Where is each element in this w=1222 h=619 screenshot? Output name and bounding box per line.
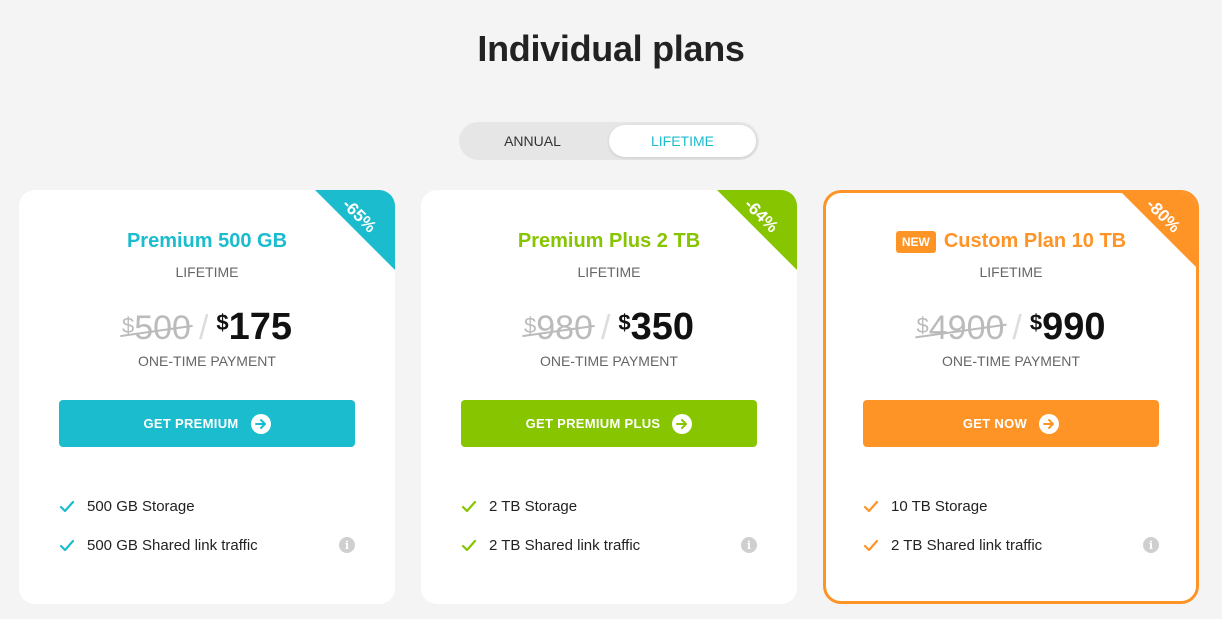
price-divider: / — [1012, 309, 1022, 347]
page-title: Individual plans — [477, 28, 745, 69]
plan-name: Premium 500 GB — [19, 230, 395, 253]
new-badge: NEW — [895, 230, 936, 253]
plan-term: LIFETIME — [577, 264, 641, 280]
plan-term: LIFETIME — [175, 264, 239, 280]
list-item: 2 TB Shared link traffic i — [461, 526, 757, 565]
info-icon[interactable]: i — [1143, 537, 1159, 553]
info-icon[interactable]: i — [339, 537, 355, 553]
payment-note: ONE-TIME PAYMENT — [540, 353, 678, 369]
feature-label: 2 TB Shared link traffic — [489, 537, 641, 554]
check-icon — [461, 539, 477, 551]
plan-name: Premium Plus 2 TB — [421, 230, 797, 253]
price-row: $4900 / $990 — [826, 306, 1196, 349]
feature-list: 10 TB Storage 2 TB Shared link traffic i — [863, 487, 1159, 565]
old-price: $500 — [121, 309, 191, 347]
info-icon[interactable]: i — [741, 537, 757, 553]
new-price: $990 — [1029, 306, 1106, 348]
check-icon — [461, 500, 477, 512]
plan-card-premium-plus: -64% Premium Plus 2 TB LIFETIME $980 / $… — [421, 190, 797, 604]
button-label: GET NOW — [962, 416, 1028, 431]
get-premium-button[interactable]: GET PREMIUM — [59, 400, 355, 447]
list-item: 500 GB Shared link traffic i — [59, 526, 355, 565]
arrow-right-icon — [1039, 413, 1060, 434]
plan-name: NEW Custom Plan 10 TB — [826, 230, 1196, 253]
billing-toggle[interactable]: ANNUAL LIFETIME — [459, 122, 759, 160]
old-price: $980 — [523, 309, 593, 347]
old-price: $4900 — [916, 309, 1005, 347]
feature-label: 500 GB Shared link traffic — [87, 537, 258, 554]
toggle-lifetime[interactable]: LIFETIME — [609, 125, 756, 157]
plan-term: LIFETIME — [979, 264, 1043, 280]
feature-label: 500 GB Storage — [87, 498, 195, 515]
check-icon — [59, 539, 75, 551]
new-price: $350 — [618, 306, 695, 348]
get-premium-plus-button[interactable]: GET PREMIUM PLUS — [461, 400, 757, 447]
plan-name-text: Premium Plus 2 TB — [517, 230, 701, 252]
plan-name-text: Premium 500 GB — [126, 230, 288, 252]
list-item: 10 TB Storage — [863, 487, 1159, 526]
toggle-annual[interactable]: ANNUAL — [459, 122, 606, 160]
feature-label: 10 TB Storage — [891, 498, 988, 515]
check-icon — [863, 500, 879, 512]
price-divider: / — [198, 309, 209, 347]
list-item: 500 GB Storage — [59, 487, 355, 526]
payment-note: ONE-TIME PAYMENT — [138, 353, 276, 369]
feature-label: 2 TB Shared link traffic — [891, 537, 1043, 554]
arrow-right-icon — [250, 413, 271, 434]
feature-list: 2 TB Storage 2 TB Shared link traffic i — [461, 487, 757, 565]
new-price: $175 — [216, 306, 293, 348]
arrow-right-icon — [672, 413, 693, 434]
list-item: 2 TB Storage — [461, 487, 757, 526]
get-now-button[interactable]: GET NOW — [863, 400, 1159, 447]
feature-list: 500 GB Storage 500 GB Shared link traffi… — [59, 487, 355, 565]
price-row: $980 / $350 — [421, 306, 797, 349]
price-divider: / — [600, 309, 611, 347]
price-row: $500 / $175 — [19, 306, 395, 349]
plan-name-text: Custom Plan 10 TB — [943, 230, 1127, 252]
button-label: GET PREMIUM PLUS — [525, 416, 661, 431]
list-item: 2 TB Shared link traffic i — [863, 526, 1159, 565]
payment-note: ONE-TIME PAYMENT — [942, 353, 1080, 369]
check-icon — [59, 500, 75, 512]
check-icon — [863, 539, 879, 551]
plan-card-premium: -65% Premium 500 GB LIFETIME $500 / $175… — [19, 190, 395, 604]
feature-label: 2 TB Storage — [489, 498, 578, 515]
button-label: GET PREMIUM — [143, 416, 239, 431]
plan-card-custom: -80% NEW Custom Plan 10 TB LIFETIME $490… — [823, 190, 1199, 604]
